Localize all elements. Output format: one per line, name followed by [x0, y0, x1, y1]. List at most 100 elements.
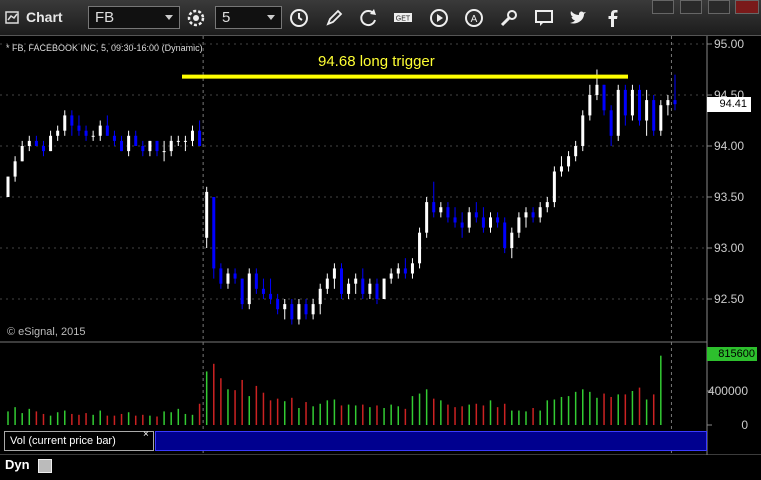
- volume-bar: [404, 408, 407, 425]
- symbol-input[interactable]: FB: [88, 6, 180, 29]
- volume-bar: [383, 408, 385, 425]
- time-axis-bar: [0, 455, 761, 480]
- candle-body: [98, 125, 102, 136]
- candle-body: [127, 135, 131, 152]
- chevron-down-icon[interactable]: [267, 15, 275, 20]
- volume-bar: [56, 412, 59, 425]
- candle-body: [453, 217, 457, 223]
- interval-input[interactable]: 5: [215, 6, 282, 29]
- price-volume-chart[interactable]: 95.0094.5094.0093.5093.0092.504000000241…: [0, 36, 761, 480]
- volume-bar: [567, 396, 570, 425]
- twitter-icon[interactable]: [566, 6, 590, 30]
- candle-body: [325, 278, 329, 289]
- message-icon[interactable]: [532, 6, 556, 30]
- volume-bar: [489, 400, 492, 425]
- close-button[interactable]: [735, 0, 759, 14]
- candle-body: [70, 115, 74, 126]
- volume-bar: [468, 404, 470, 425]
- volume-bar: [362, 404, 364, 425]
- candle-body: [340, 268, 343, 294]
- volume-bar: [354, 405, 357, 425]
- volume-bar: [113, 415, 116, 425]
- candle-body: [269, 293, 273, 299]
- candle-body: [489, 217, 493, 228]
- volume-bar: [156, 416, 158, 425]
- price-tick-label: 93.00: [714, 241, 744, 255]
- candle-body: [41, 146, 45, 152]
- get-icon[interactable]: GET: [391, 6, 415, 30]
- candle-body: [609, 110, 613, 136]
- volume-bar: [42, 413, 45, 425]
- wrench-icon[interactable]: [497, 6, 521, 30]
- volume-bar: [213, 363, 215, 425]
- chart-title: * FB, FACEBOOK INC, 5, 09:30-16:00 (Dyna…: [6, 43, 203, 53]
- volume-bar: [191, 414, 194, 425]
- chart-area[interactable]: 95.0094.5094.0093.5093.0092.504000000241…: [0, 36, 761, 480]
- volume-bar: [49, 415, 52, 425]
- volume-bar: [28, 408, 31, 425]
- candle-body: [162, 151, 166, 153]
- candle-body: [63, 115, 67, 131]
- volume-bar: [291, 397, 293, 425]
- volume-bar: [177, 408, 180, 425]
- candle-body: [148, 140, 152, 152]
- candle-body: [134, 135, 138, 146]
- candle-body: [538, 207, 542, 218]
- volume-bar: [574, 391, 577, 425]
- title-toolbar: Chart FB 5 GET A: [0, 0, 761, 36]
- volume-bar: [511, 410, 513, 425]
- volume-bar: [99, 410, 101, 425]
- pencil-icon[interactable]: [322, 6, 346, 30]
- dyn-label[interactable]: Dyn: [5, 457, 30, 472]
- candle-body: [141, 146, 145, 152]
- volume-bar: [255, 385, 258, 425]
- volume-panel-label: Vol (current price bar): [4, 431, 154, 451]
- alert-icon[interactable]: A: [462, 6, 486, 30]
- candle-body: [418, 232, 422, 264]
- candle-body: [396, 268, 400, 274]
- volume-bar: [390, 404, 392, 425]
- maximize-button[interactable]: [708, 0, 730, 14]
- candle-body: [496, 217, 500, 223]
- candle-body: [645, 100, 649, 121]
- candle-body: [34, 140, 38, 146]
- candle-body: [77, 125, 81, 131]
- close-icon[interactable]: ×: [143, 429, 149, 440]
- volume-bar: [645, 399, 648, 425]
- facebook-icon[interactable]: [601, 6, 625, 30]
- candle-body: [183, 140, 187, 142]
- clock-icon[interactable]: [287, 6, 311, 30]
- minimize-button[interactable]: [680, 0, 702, 14]
- candle-body: [226, 273, 230, 284]
- candle-body: [432, 202, 436, 213]
- candle-body: [474, 212, 478, 218]
- tile-window-button[interactable]: [652, 0, 674, 14]
- lock-icon[interactable]: [38, 459, 52, 473]
- candle-body: [524, 212, 528, 218]
- volume-bar: [21, 413, 23, 425]
- volume-bar: [582, 389, 584, 425]
- volume-bar: [454, 407, 456, 425]
- volume-bar: [262, 392, 265, 425]
- play-icon[interactable]: [427, 6, 451, 30]
- volume-bar: [546, 400, 549, 425]
- volume-bar: [432, 398, 435, 425]
- candle-body: [49, 135, 53, 152]
- volume-bar: [425, 389, 428, 425]
- chevron-down-icon[interactable]: [165, 15, 173, 20]
- volume-bar: [227, 389, 229, 425]
- volume-bar: [241, 379, 243, 425]
- volume-bar: [205, 371, 208, 425]
- candle-body: [389, 273, 393, 279]
- candle-body: [659, 105, 663, 131]
- volume-bar: [92, 414, 94, 425]
- volume-bar: [347, 404, 350, 425]
- refresh-icon[interactable]: [357, 6, 381, 30]
- candle-body: [375, 283, 379, 299]
- volume-bar: [305, 402, 307, 425]
- volume-bar: [596, 397, 598, 425]
- volume-bar: [631, 391, 634, 425]
- settings-gear-icon[interactable]: [184, 6, 208, 30]
- candle-body: [6, 176, 10, 197]
- candle-body: [240, 278, 244, 305]
